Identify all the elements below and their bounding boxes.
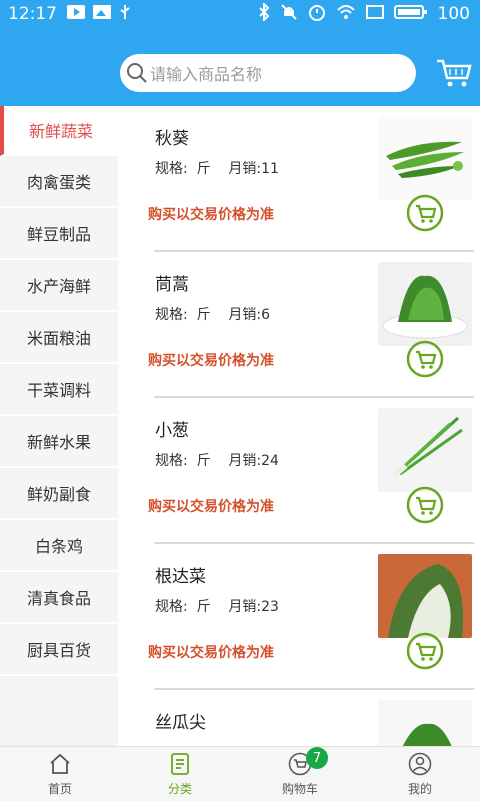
price-note: 购买以交易价格为准 [148, 207, 274, 223]
product-name: 根达菜 [155, 567, 206, 587]
youtube-icon [67, 4, 85, 24]
tab-category[interactable]: 分类 [120, 747, 240, 801]
tab-cart[interactable]: 购物车 7 [240, 747, 360, 801]
status-time: 12:17 [8, 4, 57, 24]
category-kitchenware[interactable]: 厨具百货 [0, 624, 118, 676]
price-note: 购买以交易价格为准 [148, 499, 274, 515]
status-bar: 12:17 100 [0, 0, 480, 28]
category-dairy[interactable]: 鲜奶副食 [0, 468, 118, 520]
category-seafood[interactable]: 水产海鲜 [0, 260, 118, 312]
tab-profile[interactable]: 我的 [360, 747, 480, 801]
battery-icon [393, 4, 428, 25]
product-image-scallion[interactable] [378, 408, 472, 492]
category-sidebar: 新鲜蔬菜 肉禽蛋类 鲜豆制品 水产海鲜 米面粮油 干菜调料 新鲜水果 鲜奶副食 … [0, 106, 118, 746]
product-image-crown-daisy[interactable] [378, 262, 472, 346]
add-to-cart-icon[interactable] [406, 194, 444, 232]
product-name: 丝瓜尖 [155, 713, 206, 733]
category-label: 水产海鲜 [26, 277, 91, 296]
home-icon [50, 753, 70, 774]
product-image-chard[interactable] [378, 554, 472, 638]
add-to-cart-icon[interactable] [406, 632, 444, 670]
category-fresh-vegetables[interactable]: 新鲜蔬菜 [0, 106, 118, 156]
search-input[interactable]: 请输入商品名称 [120, 54, 416, 92]
tab-label: 分类 [167, 781, 192, 796]
bluetooth-icon [258, 1, 270, 26]
product-spec: 规格: 斤 月销:23 [155, 599, 279, 615]
tab-home[interactable]: 首页 [0, 747, 120, 801]
product-card[interactable]: 小葱 规格: 斤 月销:24 购买以交易价格为准 [118, 398, 480, 544]
product-name: 小葱 [155, 421, 189, 441]
usb-icon [119, 4, 131, 25]
cart-icon[interactable] [436, 58, 472, 88]
product-spec: 规格: 斤 月销:24 [155, 453, 279, 469]
product-name: 秋葵 [155, 129, 189, 149]
product-card[interactable]: 秋葵 规格: 斤 月销:11 购买以交易价格为准 [118, 106, 480, 252]
category-tofu[interactable]: 鲜豆制品 [0, 208, 118, 260]
user-icon [408, 752, 432, 775]
product-card[interactable]: 茼蒿 规格: 斤 月销:6 购买以交易价格为准 [118, 252, 480, 398]
category-meat-eggs[interactable]: 肉禽蛋类 [0, 156, 118, 208]
category-label: 鲜豆制品 [26, 225, 91, 244]
category-label: 白条鸡 [34, 537, 83, 556]
category-label: 干菜调料 [26, 381, 91, 400]
mute-icon [280, 3, 298, 26]
image-icon [93, 4, 111, 24]
product-card[interactable]: 根达菜 规格: 斤 月销:23 购买以交易价格为准 [118, 544, 480, 690]
product-spec: 规格: 斤 月销:11 [155, 161, 279, 177]
category-label: 清真食品 [26, 589, 91, 608]
category-label: 新鲜水果 [26, 433, 91, 452]
tab-label: 购物车 [281, 781, 318, 796]
bottom-tab-bar: 首页 分类 购物车 7 我的 [0, 746, 480, 801]
product-spec: 规格: 斤 月销:6 [155, 307, 271, 323]
alarm-icon [308, 3, 326, 26]
cart-count-badge: 7 [306, 747, 328, 769]
category-list-icon [171, 752, 189, 775]
category-halal[interactable]: 清真食品 [0, 572, 118, 624]
wifi-icon [336, 4, 356, 25]
product-card[interactable]: 丝瓜尖 [118, 690, 480, 746]
category-label: 肉禽蛋类 [26, 173, 91, 192]
price-note: 购买以交易价格为准 [148, 645, 274, 661]
product-name: 茼蒿 [155, 275, 189, 295]
screen-icon [365, 4, 384, 24]
product-image-okra[interactable] [378, 116, 472, 200]
search-icon [127, 63, 147, 83]
tab-label: 首页 [47, 781, 72, 796]
add-to-cart-icon[interactable] [406, 486, 444, 524]
product-image-loofah-tips[interactable] [378, 700, 472, 746]
category-label: 鲜奶副食 [26, 485, 91, 504]
category-fruit[interactable]: 新鲜水果 [0, 416, 118, 468]
category-label: 厨具百货 [26, 641, 91, 660]
category-grain-oil[interactable]: 米面粮油 [0, 312, 118, 364]
add-to-cart-icon[interactable] [406, 340, 444, 378]
header: 请输入商品名称 [0, 28, 480, 106]
price-note: 购买以交易价格为准 [148, 353, 274, 369]
product-list: 秋葵 规格: 斤 月销:11 购买以交易价格为准 茼蒿 规格: 斤 月销:6 购… [118, 106, 480, 746]
category-label: 米面粮油 [26, 329, 91, 348]
tab-label: 我的 [407, 781, 432, 796]
search-placeholder: 请输入商品名称 [150, 65, 263, 84]
battery-level: 100 [437, 4, 470, 24]
category-dried-seasoning[interactable]: 干菜调料 [0, 364, 118, 416]
category-chicken[interactable]: 白条鸡 [0, 520, 118, 572]
category-label: 新鲜蔬菜 [28, 122, 93, 141]
